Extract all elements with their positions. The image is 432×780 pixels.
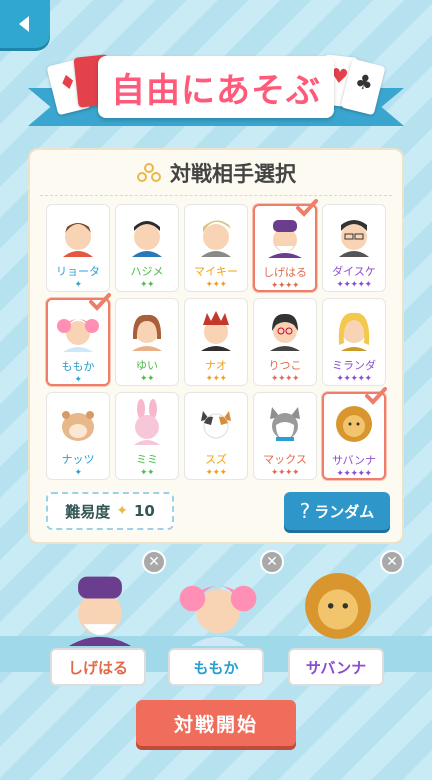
opponent-portrait [331,400,377,450]
panel-header: 対戦相手選択 [40,150,392,196]
chosen-nameplate: ももか [168,648,264,686]
opponent-name: ももか [61,360,95,373]
sparkle-icon: ✦ [116,503,128,519]
opponent-card[interactable]: ミランダ ✦✦✦✦✦ [322,298,386,386]
difficulty-stars: ✦ [74,375,82,385]
opponent-portrait [262,305,308,355]
opponent-card[interactable]: ミミ ✦✦ [115,392,179,480]
chosen-nameplate: サバンナ [288,648,384,686]
page-title: 自由にあそぶ [98,56,334,118]
opponent-portrait [124,305,170,355]
check-icon [296,199,318,217]
opponent-card[interactable]: ももか ✦ [46,293,111,386]
opponent-card[interactable]: スズ ✦✦✦ [184,392,248,480]
difficulty-stars: ✦✦ [139,280,155,290]
remove-icon[interactable]: ✕ [380,550,404,574]
opponent-portrait [55,306,101,356]
difficulty-stars: ✦✦✦✦✦ [336,280,372,290]
random-button[interactable]: ? ランダム [284,492,390,530]
opponent-name: リョータ [56,265,100,278]
back-arrow-icon [19,16,29,32]
difficulty-stars: ✦✦✦ [205,374,227,384]
chosen-opponent: しげはる ✕ [50,550,166,686]
difficulty-stars: ✦✦✦✦ [270,374,300,384]
opponent-card[interactable]: ゆい ✦✦ [115,298,179,386]
opponent-name: サバンナ [331,454,377,467]
opponent-name: マイキー [194,265,238,278]
opponent-select-panel: 対戦相手選択 リョータ ✦ ハジメ ✦✦ マイキー ✦✦✦ しげはる ✦✦✦✦ ダイスケ ✦✦✦✦… [28,148,404,544]
difficulty-value: 10 [133,502,155,520]
check-icon [89,293,111,311]
difficulty-stars: ✦✦✦✦✦ [336,469,372,479]
random-button-label: ランダム [314,502,375,521]
opponent-portrait [55,211,101,261]
opponent-portrait [262,399,308,449]
opponent-portrait [193,305,239,355]
chosen-nameplate: しげはる [50,648,146,686]
opponent-portrait [124,399,170,449]
opponent-portrait [193,399,239,449]
opponent-name: ミミ [136,453,158,466]
opponent-name: ダイスケ [332,265,376,278]
opponent-card[interactable]: ナオ ✦✦✦ [184,298,248,386]
difficulty-stars: ✦✦✦ [205,468,227,478]
difficulty-stars: ✦✦✦ [205,280,227,290]
opponent-grid: リョータ ✦ ハジメ ✦✦ マイキー ✦✦✦ しげはる ✦✦✦✦ ダイスケ ✦✦✦✦✦ ももか ✦ ゆい… [46,199,387,480]
chosen-portrait [296,562,380,652]
difficulty-stars: ✦✦✦✦ [270,281,300,291]
opponent-name: スズ [205,453,227,466]
opponent-portrait [331,305,377,355]
opponent-card[interactable]: リョータ ✦ [46,204,110,292]
opponent-name: ハジメ [130,265,164,278]
opponent-name: ミランダ [332,359,376,372]
difficulty-display: 難易度 ✦ 10 [46,492,174,530]
opponent-name: しげはる [263,266,307,279]
opponent-card[interactable]: マイキー ✦✦✦ [184,204,248,292]
difficulty-stars: ✦✦✦✦ [270,468,300,478]
opponent-card[interactable]: しげはる ✦✦✦✦ [253,199,318,292]
chosen-portrait [176,562,260,652]
opponent-card[interactable]: りつこ ✦✦✦✦ [253,298,317,386]
chosen-opponent: ももか ✕ [168,550,284,686]
back-button[interactable] [0,0,50,48]
question-icon: ? [299,499,311,523]
start-battle-button[interactable]: 対戦開始 [136,700,296,746]
difficulty-stars: ✦ [74,280,82,290]
panel-title: 対戦相手選択 [170,161,296,186]
opponent-name: ナッツ [61,453,95,466]
opponent-portrait [55,399,101,449]
difficulty-stars: ✦ [74,468,82,478]
difficulty-label: 難易度 [65,502,111,521]
opponent-card[interactable]: ダイスケ ✦✦✦✦✦ [322,204,386,292]
opponent-name: りつこ [268,359,302,372]
opponent-portrait [262,212,308,262]
difficulty-stars: ✦✦ [139,468,155,478]
opponent-name: ゆい [136,359,158,372]
opponent-card[interactable]: サバンナ ✦✦✦✦✦ [322,387,387,480]
difficulty-stars: ✦✦ [139,374,155,384]
remove-icon[interactable]: ✕ [260,550,284,574]
opponent-portrait [331,211,377,261]
title-banner: ♦ ♥ ♣ 自由にあそぶ [28,48,404,138]
group-icon [137,162,161,182]
chosen-opponent: サバンナ ✕ [288,550,404,686]
chosen-portrait [58,562,142,652]
check-icon [365,387,387,405]
opponent-name: ナオ [205,359,227,372]
opponent-portrait [124,211,170,261]
opponent-portrait [193,211,239,261]
opponent-name: マックス [263,453,307,466]
opponent-card[interactable]: ナッツ ✦ [46,392,110,480]
opponent-card[interactable]: マックス ✦✦✦✦ [253,392,317,480]
opponent-card[interactable]: ハジメ ✦✦ [115,204,179,292]
remove-icon[interactable]: ✕ [142,550,166,574]
difficulty-stars: ✦✦✦✦✦ [336,374,372,384]
